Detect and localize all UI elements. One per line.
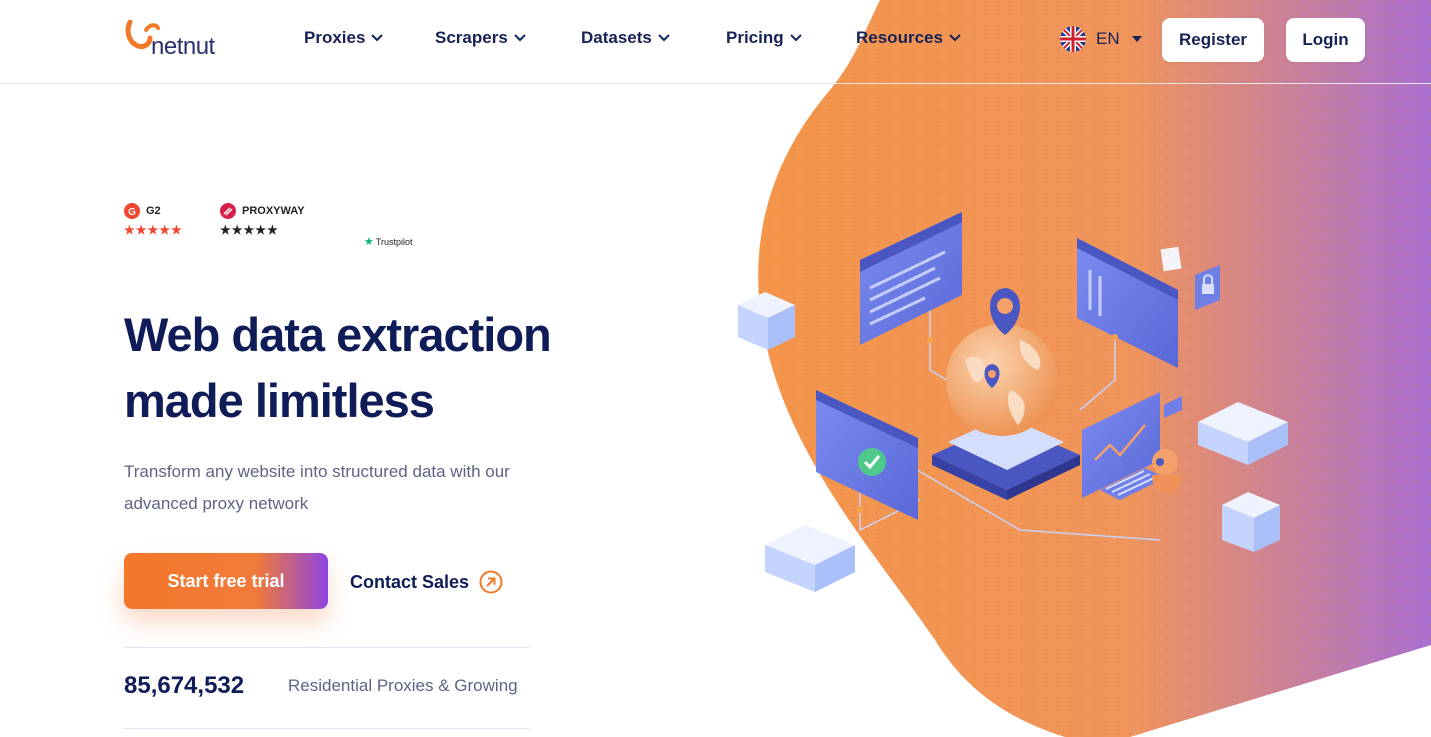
data-cube-icon xyxy=(765,525,855,592)
proxyway-rating[interactable]: PROXYWAY ★★★★★ xyxy=(220,203,305,237)
chevron-down-icon xyxy=(514,34,526,42)
hero-illustration xyxy=(738,212,1288,592)
g2-logo-icon: G xyxy=(124,203,140,219)
caret-down-icon xyxy=(1131,36,1142,42)
chevron-down-icon xyxy=(789,34,802,42)
netnut-logo[interactable]: netnut xyxy=(124,16,224,64)
nav-datasets-label: Datasets xyxy=(581,28,652,47)
g2-stars: ★★★★★ xyxy=(124,223,183,237)
proxies-count: 85,674,532 xyxy=(124,672,245,699)
site-header: netnut Proxies Scrapers Datasets Pricing… xyxy=(0,0,1431,84)
nav-pricing[interactable]: Pricing xyxy=(726,28,804,48)
data-cube-icon xyxy=(738,292,795,350)
nav-scrapers[interactable]: Scrapers xyxy=(435,28,528,48)
language-selector[interactable]: EN xyxy=(1060,26,1142,52)
nav-proxies-label: Proxies xyxy=(304,28,366,47)
nav-datasets[interactable]: Datasets xyxy=(581,28,672,48)
contact-sales-link[interactable]: Contact Sales xyxy=(350,570,503,594)
trustpilot-label: Trustpilot xyxy=(375,236,413,247)
trustpilot-rating[interactable]: ★ Trustpilot xyxy=(364,235,413,248)
nav-pricing-label: Pricing xyxy=(726,28,784,47)
contact-sales-label: Contact Sales xyxy=(350,571,470,592)
nav-resources-label: Resources xyxy=(856,28,943,47)
divider xyxy=(124,728,530,729)
data-cube-icon xyxy=(1198,402,1288,465)
divider xyxy=(124,647,530,648)
nav-resources[interactable]: Resources xyxy=(856,28,963,48)
nav-scrapers-label: Scrapers xyxy=(435,28,508,47)
lock-icon xyxy=(1195,265,1220,310)
arrow-up-right-icon xyxy=(479,570,503,594)
hero-title: Web data extraction made limitless xyxy=(124,302,644,434)
browser-window-icon xyxy=(860,212,962,345)
verified-window-icon xyxy=(816,390,918,520)
robot-icon xyxy=(1152,449,1182,494)
register-button[interactable]: Register xyxy=(1162,18,1264,62)
logo-text: netnut xyxy=(151,33,215,60)
globe-icon xyxy=(946,324,1058,436)
language-label: EN xyxy=(1096,29,1120,48)
svg-text:G: G xyxy=(128,207,136,218)
nav-proxies[interactable]: Proxies xyxy=(304,28,385,48)
chevron-down-icon xyxy=(949,34,961,42)
proxyway-logo-icon xyxy=(220,203,236,219)
uk-flag-icon xyxy=(1060,26,1086,52)
trustpilot-star-icon: ★ xyxy=(364,236,374,248)
hero-title-line2: made limitless xyxy=(124,374,435,427)
login-button[interactable]: Login xyxy=(1286,18,1365,62)
proxies-count-label: Residential Proxies & Growing xyxy=(288,676,518,695)
data-cube-icon xyxy=(1222,492,1280,552)
hero-title-line1: Web data extraction xyxy=(124,308,552,361)
proxyway-label: PROXYWAY xyxy=(242,205,305,217)
proxyway-stars: ★★★★★ xyxy=(220,223,279,237)
document-icon xyxy=(1160,246,1182,272)
start-free-trial-button[interactable]: Start free trial xyxy=(124,553,328,609)
chevron-down-icon xyxy=(658,34,670,42)
g2-rating[interactable]: G G2 ★★★★★ xyxy=(124,203,183,237)
chevron-down-icon xyxy=(371,34,384,42)
hero-subtitle: Transform any website into structured da… xyxy=(124,462,510,513)
g2-label: G2 xyxy=(146,205,161,217)
